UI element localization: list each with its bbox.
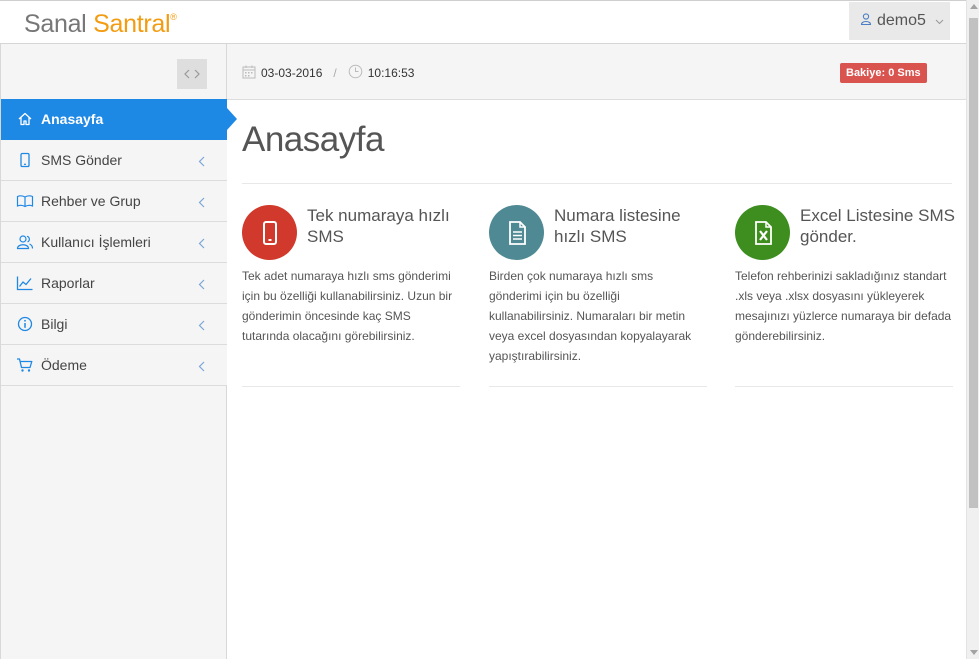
clock-icon [348,64,363,82]
sidebar-item-odeme[interactable]: Ödeme [1,345,227,386]
chevron-left-icon [198,236,205,254]
chevron-left-icon [198,318,205,336]
sidebar-item-label: Rehber ve Grup [41,193,141,209]
vertical-scrollbar[interactable] [966,0,979,659]
sidebar-item-label: Ödeme [41,357,87,373]
scrollbar-thumb[interactable] [969,18,978,508]
chevron-left-icon [184,69,190,79]
sidebar-item-label: SMS Gönder [41,152,122,168]
sidebar-item-label: Bilgi [41,316,68,332]
card-description: Tek adet numaraya hızlı sms gönderimi iç… [242,269,453,343]
card-description: Birden çok numaraya hızlı sms gönderimi … [489,269,692,363]
card-description: Telefon rehberinizi sakladığınız standar… [735,269,952,343]
excel-icon[interactable] [735,205,790,260]
scroll-up-arrow-icon[interactable] [970,4,978,9]
home-icon [16,110,34,128]
sidebar: Anasayfa SMS Gönder Rehber ve Grup Kulla… [0,44,237,659]
sidebar-item-sms-gonder[interactable]: SMS Gönder [1,140,227,181]
card-title[interactable]: Tek numaraya hızlı SMS [307,205,467,247]
info-icon [16,315,34,333]
sidebar-toggle-button[interactable] [177,59,207,89]
current-time: 10:16:53 [367,66,415,80]
book-icon [16,192,34,210]
chevron-left-icon [198,154,205,172]
sidebar-menu: Anasayfa SMS Gönder Rehber ve Grup Kulla… [1,99,237,386]
user-icon [860,12,872,30]
user-menu-button[interactable]: demo5 [849,2,950,40]
card-title[interactable]: Excel Listesine SMS gönder. [800,205,960,247]
info-strip: 03-03-2016 / 10:16:53 Bakiye: 0 Sms [227,44,966,100]
sidebar-item-bilgi[interactable]: Bilgi [1,304,227,345]
main-content: Anasayfa Tek numaraya hızlı SMS Tek adet… [227,100,966,659]
page-title: Anasayfa [242,120,384,159]
cart-icon [16,356,34,374]
users-icon [16,233,34,251]
sidebar-item-label: Raporlar [41,275,95,291]
mobile-icon [16,151,34,169]
phone-icon[interactable] [242,205,297,260]
sidebar-item-label: Kullanıcı İşlemleri [41,234,151,250]
chart-icon [16,274,34,292]
divider [489,386,707,387]
chevron-down-icon [935,12,944,30]
divider [735,386,953,387]
sidebar-item-label: Anasayfa [41,111,104,127]
datetime-display: 03-03-2016 / 10:16:53 [242,64,414,82]
divider [242,183,952,184]
separator: / [333,66,337,80]
document-icon[interactable] [489,205,544,260]
top-header: Sanal Santral® demo5 [0,0,979,44]
card-title[interactable]: Numara listesine hızlı SMS [554,205,714,247]
chevron-left-icon [198,359,205,377]
sidebar-item-rehber-ve-grup[interactable]: Rehber ve Grup [1,181,227,222]
chevron-left-icon [198,195,205,213]
scroll-down-arrow-icon[interactable] [970,650,978,655]
sidebar-item-kullanici-islemleri[interactable]: Kullanıcı İşlemleri [1,222,227,263]
username: demo5 [877,12,926,29]
balance-badge: Bakiye: 0 Sms [840,63,927,83]
sidebar-item-anasayfa[interactable]: Anasayfa [1,99,237,140]
sidebar-item-raporlar[interactable]: Raporlar [1,263,227,304]
calendar-icon [242,65,256,82]
chevron-right-icon [194,69,200,79]
current-date: 03-03-2016 [261,66,323,80]
divider [242,386,460,387]
chevron-left-icon [198,277,205,295]
logo[interactable]: Sanal Santral® [24,10,177,39]
